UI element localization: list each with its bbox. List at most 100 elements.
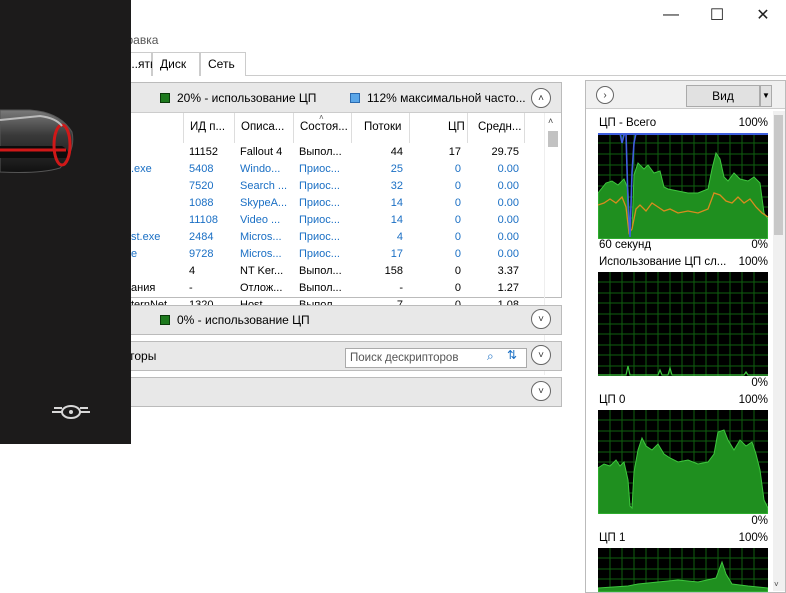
- cell-threads: 4: [396, 231, 403, 243]
- cell-threads: -: [399, 282, 403, 294]
- cell-desc: Micros...: [240, 248, 282, 260]
- refresh-search-icon[interactable]: ⇅: [507, 348, 517, 362]
- view-button[interactable]: Вид: [686, 85, 760, 107]
- cell-pid: 2484: [189, 231, 214, 243]
- cell-pid: 9728: [189, 248, 214, 260]
- graph-service-min: 0%: [751, 377, 768, 389]
- cell-threads: 44: [390, 146, 403, 158]
- cell-pid: 5408: [189, 163, 214, 175]
- graph-total-duration: 60 секунд: [599, 239, 652, 251]
- cell-cpu: 0: [454, 248, 461, 260]
- cell-threads: 25: [390, 163, 403, 175]
- max-freq-label: 112% максимальной часто...: [367, 91, 526, 105]
- graphs-scroll-down-icon[interactable]: ˅: [774, 580, 779, 589]
- column-header-description[interactable]: Описа...: [234, 113, 293, 143]
- cell-avg: 0.00: [497, 231, 519, 243]
- graph-total-min: 0%: [751, 239, 768, 251]
- cell-cpu: 0: [454, 265, 461, 277]
- cell-pid: 7520: [189, 180, 214, 192]
- services-usage-label: 0% - использование ЦП: [177, 313, 310, 327]
- maximize-button[interactable]: ☐: [694, 0, 740, 30]
- cpu0-graph: [598, 410, 768, 514]
- collapse-chevron-up-icon[interactable]: ˄: [531, 88, 551, 108]
- graphs-toolbar: › Вид ▼: [586, 81, 785, 109]
- column-header-pid[interactable]: ИД п...: [183, 113, 234, 143]
- cell-state: Приос...: [299, 163, 340, 175]
- cell-name: st.exe: [131, 231, 161, 243]
- cell-pid: 11152: [189, 146, 218, 158]
- process-table-scrollbar[interactable]: ˄ ˅: [544, 113, 561, 375]
- cpu1-graph: [598, 548, 768, 592]
- graphs-scroll-thumb[interactable]: [774, 115, 783, 235]
- service-cpu-chart: [598, 272, 768, 376]
- cell-pid: 4: [189, 265, 196, 277]
- tab-network[interactable]: Сеть: [200, 52, 246, 76]
- cell-desc: Micros...: [240, 231, 282, 243]
- cell-desc: NT Ker...: [240, 265, 284, 277]
- cell-threads: 14: [390, 214, 403, 226]
- graph-service-max: 100%: [738, 256, 768, 268]
- cell-avg: 3.37: [497, 265, 519, 277]
- cpu1-chart: [598, 548, 768, 592]
- cell-state: Приос...: [299, 180, 340, 192]
- cell-avg: 29.75: [491, 146, 519, 158]
- column-header-cpu[interactable]: ЦП: [409, 113, 467, 143]
- cell-name: ания: [131, 282, 156, 294]
- expand-chevron-down-icon[interactable]: ˅: [531, 309, 551, 329]
- sort-indicator-icon: ˄: [319, 113, 324, 122]
- game-artwork: [0, 0, 131, 444]
- expand-chevron-down-icon[interactable]: ˅: [531, 381, 551, 401]
- cell-state: Приос...: [299, 214, 340, 226]
- cpu-total-graph: [598, 133, 768, 239]
- cell-desc: Video ...: [240, 214, 281, 226]
- cell-avg: 0.00: [497, 180, 519, 192]
- graphs-scrollbar[interactable]: ˅: [773, 111, 785, 591]
- column-header-average-cpu[interactable]: Средн...: [467, 113, 525, 143]
- scroll-up-arrow-icon[interactable]: ˄: [548, 116, 553, 126]
- column-header-threads[interactable]: Потоки: [351, 113, 409, 143]
- cell-desc: SkypeA...: [240, 197, 288, 209]
- cell-avg: 1.27: [497, 282, 519, 294]
- cell-state: Выпол...: [299, 265, 342, 277]
- max-freq-swatch: [350, 93, 360, 103]
- cpu-total-chart: [598, 133, 768, 239]
- cell-state: Выпол...: [299, 146, 342, 158]
- cell-threads: 158: [384, 265, 403, 277]
- graph-total-max: 100%: [738, 117, 768, 129]
- cpu-usage-label: 20% - использование ЦП: [177, 91, 317, 105]
- graph-cpu0-max: 100%: [738, 394, 768, 406]
- minimize-button[interactable]: —: [648, 0, 694, 30]
- graph-total-title: ЦП - Всего: [599, 117, 657, 129]
- cell-cpu: 0: [454, 214, 461, 226]
- cell-avg: 0.00: [497, 214, 519, 226]
- tab-disk[interactable]: Диск: [152, 52, 200, 76]
- cell-desc: Отлож...: [240, 282, 283, 294]
- graph-service-title: Использование ЦП сл...: [599, 256, 727, 268]
- close-button[interactable]: ✕: [740, 0, 786, 30]
- search-icon[interactable]: ⌕: [487, 349, 494, 364]
- cell-avg: 0.00: [497, 248, 519, 260]
- cell-name: e: [131, 248, 138, 260]
- cell-state: Приос...: [299, 231, 340, 243]
- cell-pid: -: [189, 282, 193, 294]
- handles-label: торы: [129, 349, 157, 363]
- chevron-right-icon[interactable]: ›: [596, 86, 614, 104]
- cell-state: Приос...: [299, 248, 340, 260]
- cell-pid: 1088: [189, 197, 214, 209]
- graph-cpu0-min: 0%: [751, 515, 768, 527]
- handles-search-input[interactable]: Поиск дескрипторов: [345, 348, 527, 368]
- view-dropdown-arrow-icon[interactable]: ▼: [760, 85, 772, 107]
- cpu0-area: [598, 429, 768, 514]
- cell-cpu: 0: [454, 197, 461, 209]
- graph-cpu1-max: 100%: [738, 532, 768, 544]
- cell-desc: Fallout 4: [240, 146, 283, 158]
- cell-avg: 0.00: [497, 197, 519, 209]
- cpu-usage-swatch: [160, 93, 170, 103]
- cell-cpu: 0: [454, 231, 461, 243]
- scroll-thumb[interactable]: [548, 131, 558, 147]
- cpu0-chart: [598, 410, 768, 514]
- service-cpu-graph: [598, 272, 768, 376]
- graph-cpu1-title: ЦП 1: [599, 532, 626, 544]
- expand-chevron-down-icon[interactable]: ˅: [531, 345, 551, 365]
- cell-avg: 0.00: [497, 163, 519, 175]
